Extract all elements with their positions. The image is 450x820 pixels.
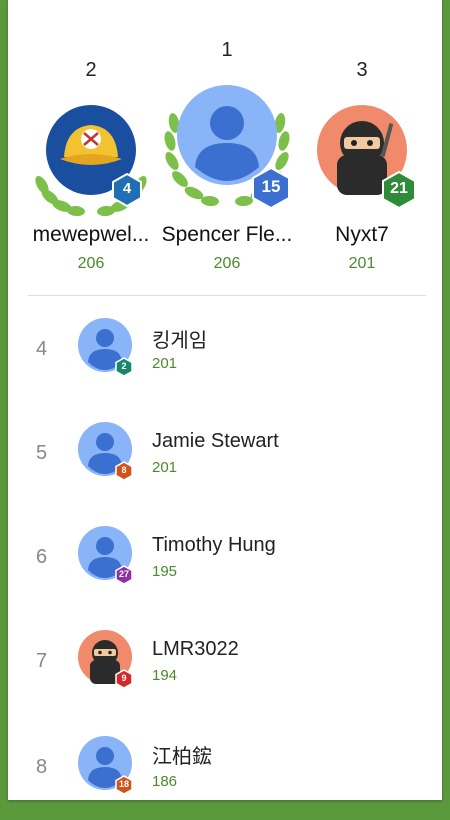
- player-name: mewepwel...: [32, 223, 150, 246]
- player-name: Jamie Stewart: [152, 430, 279, 452]
- level-badge-text: 2: [121, 361, 127, 371]
- row-rank: 7: [36, 650, 48, 672]
- podium-rank: 3: [356, 59, 368, 81]
- level-badge-text: 8: [121, 465, 127, 475]
- level-badge-text: 21: [390, 180, 408, 197]
- player-name: Nyxt7: [335, 223, 389, 246]
- player-score: 186: [152, 773, 178, 790]
- row-rank: 5: [36, 442, 48, 464]
- level-badge-text: 9: [121, 673, 127, 683]
- player-name: 江柏鋐: [152, 746, 212, 768]
- player-name: LMR3022: [152, 638, 239, 660]
- list-item[interactable]: 5 8 Jamie Stewart 201: [8, 404, 442, 508]
- row-rank: 4: [36, 338, 48, 360]
- podium-rank: 2: [85, 59, 97, 81]
- player-name: Spencer Fle...: [161, 223, 293, 246]
- player-score: 194: [152, 667, 178, 684]
- list-item[interactable]: 4 2 킹게임 201: [8, 300, 442, 404]
- player-name: Timothy Hung: [152, 534, 276, 556]
- player-name: 킹게임: [152, 330, 208, 352]
- podium-rank: 1: [221, 39, 233, 61]
- row-rank: 6: [36, 546, 48, 568]
- list-item[interactable]: 8 18 江柏鋐 186: [8, 716, 442, 820]
- player-score: 206: [213, 255, 241, 272]
- level-badge-text: 27: [118, 569, 129, 579]
- player-score: 201: [152, 355, 178, 372]
- podium-third-place[interactable]: 3 21 Nyxt7 201: [300, 55, 424, 275]
- row-rank: 8: [36, 756, 48, 778]
- divider: [28, 295, 426, 296]
- player-score: 201: [152, 459, 178, 476]
- podium-second-place[interactable]: 2 4 mewepwel... 206: [28, 55, 154, 275]
- level-badge-text: 18: [118, 779, 129, 789]
- level-badge-text: 15: [261, 177, 281, 196]
- player-score: 201: [348, 255, 376, 272]
- list-item[interactable]: 7 9 LMR3022 194: [8, 612, 442, 716]
- level-badge-text: 4: [122, 180, 132, 197]
- player-score: 206: [77, 255, 105, 272]
- podium-first-place[interactable]: 1 15 Spencer Fle... 206: [160, 35, 294, 275]
- list-item[interactable]: 6 27 Timothy Hung 195: [8, 508, 442, 612]
- player-score: 195: [152, 563, 178, 580]
